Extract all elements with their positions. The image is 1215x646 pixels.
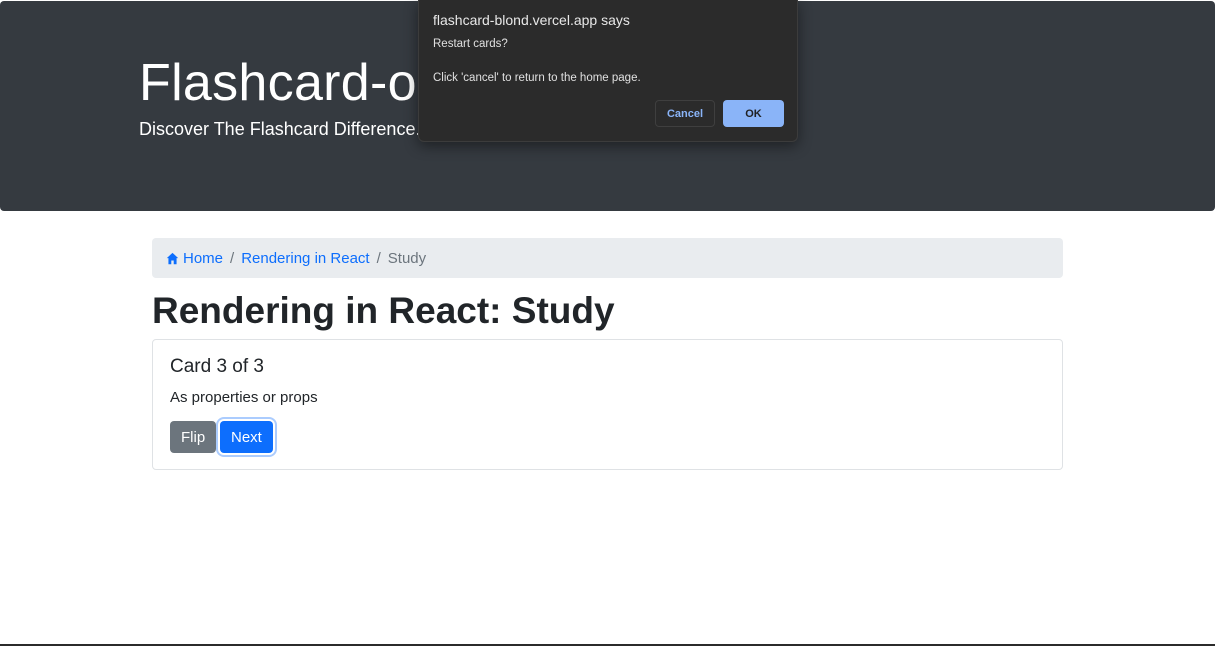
breadcrumb-separator: /	[230, 249, 235, 267]
dialog-cancel-button[interactable]: Cancel	[655, 100, 715, 127]
breadcrumb: Home / Rendering in React / Study	[152, 238, 1063, 278]
home-icon	[166, 252, 179, 264]
app-tagline: Discover The Flashcard Difference.	[139, 119, 421, 139]
breadcrumb-home-link[interactable]: Home	[166, 250, 223, 267]
dialog-origin: flashcard-blond.vercel.app says	[433, 12, 630, 28]
study-card: Card 3 of 3 As properties or props Flip …	[152, 339, 1063, 470]
card-text: As properties or props	[170, 389, 318, 406]
dialog-ok-button[interactable]: OK	[723, 100, 784, 127]
breadcrumb-current: Study	[387, 249, 427, 267]
dialog-hint: Click 'cancel' to return to the home pag…	[433, 72, 641, 84]
card-counter: Card 3 of 3	[170, 356, 264, 377]
next-button[interactable]: Next	[220, 421, 273, 453]
dialog-message: Restart cards?	[433, 38, 508, 50]
page-title: Rendering in React: Study	[152, 290, 615, 331]
breadcrumb-separator: /	[376, 249, 381, 267]
breadcrumb-home-label: Home	[183, 249, 224, 267]
confirm-dialog: flashcard-blond.vercel.app says Restart …	[418, 0, 798, 142]
breadcrumb-deck-link[interactable]: Rendering in React	[241, 250, 369, 267]
flip-button[interactable]: Flip	[170, 421, 217, 453]
